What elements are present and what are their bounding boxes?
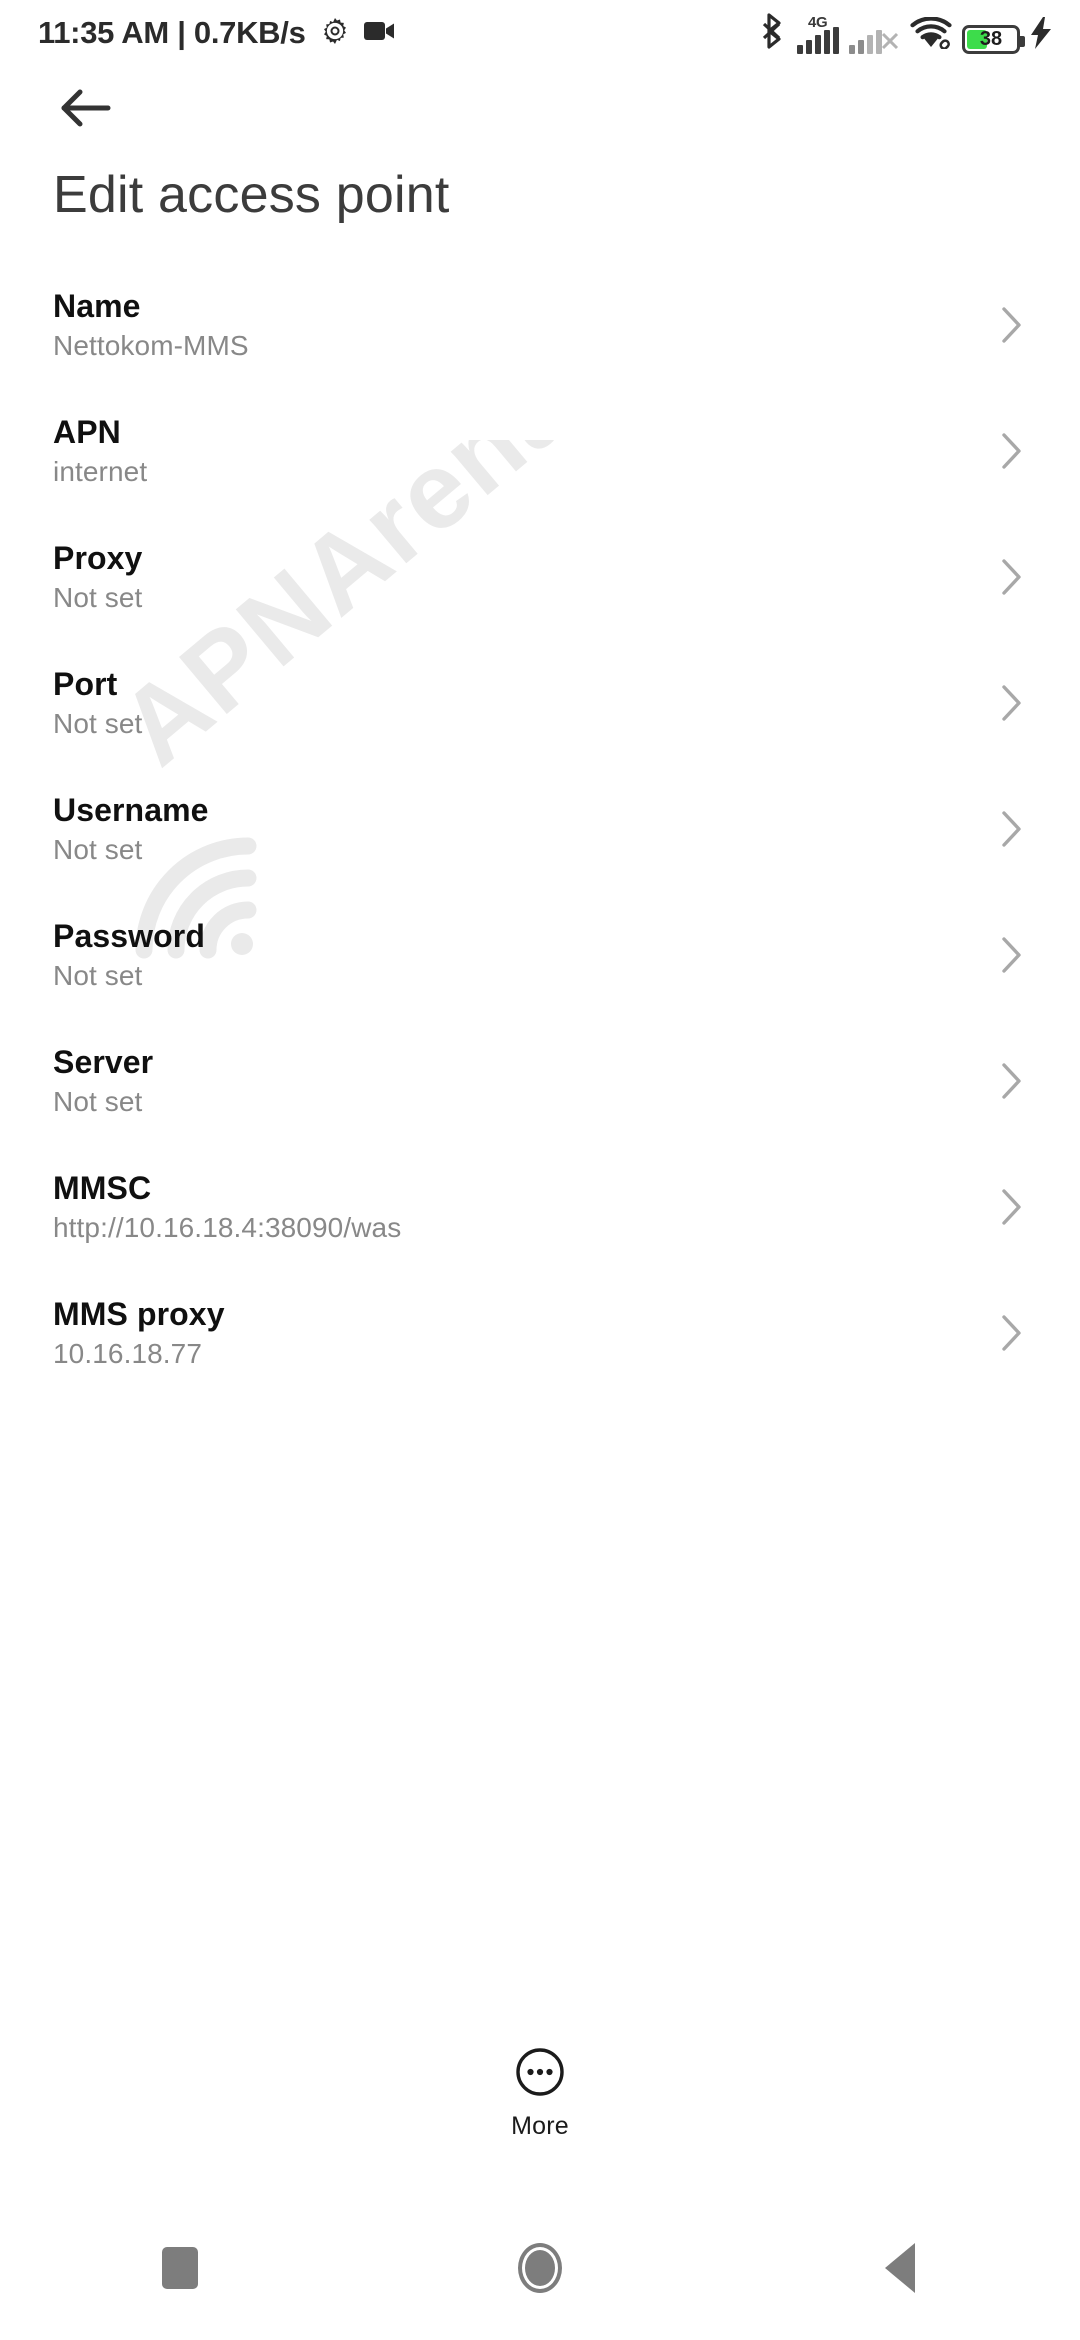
recents-square-icon [162, 2247, 198, 2289]
row-texts: Server Not set [53, 1044, 154, 1117]
status-bar-left: 11:35 AM | 0.7KB/s [38, 15, 396, 51]
row-texts: Password Not set [53, 918, 205, 991]
home-button[interactable] [440, 2196, 640, 2340]
gear-icon [320, 16, 350, 51]
system-back-button[interactable] [800, 2196, 1000, 2340]
row-value: Not set [53, 707, 143, 739]
chevron-right-icon [990, 303, 1034, 347]
row-texts: Username Not set [53, 792, 209, 865]
battery-level-text: 38 [979, 28, 1003, 50]
table-row[interactable]: Password Not set [0, 892, 1080, 1018]
chevron-right-icon [990, 1311, 1034, 1355]
row-title: MMS proxy [53, 1296, 225, 1332]
row-title: Port [53, 666, 118, 702]
network-speed-text: 0.7KB/s [193, 15, 306, 50]
row-value: internet [53, 455, 148, 487]
row-value: 10.16.18.77 [53, 1337, 203, 1369]
table-row[interactable]: MMS proxy 10.16.18.77 [0, 1270, 1080, 1396]
table-row[interactable]: Port Not set [0, 640, 1080, 766]
row-title: Proxy [53, 540, 143, 576]
row-value: Not set [53, 833, 143, 865]
more-button[interactable]: More [0, 2046, 1080, 2141]
table-row[interactable]: Username Not set [0, 766, 1080, 892]
table-row[interactable]: Server Not set [0, 1018, 1080, 1144]
table-row[interactable]: Name Nettokom-MMS [0, 262, 1080, 388]
row-texts: MMSC http://10.16.18.4:38090/was [53, 1170, 402, 1243]
navigation-bar [0, 2196, 1080, 2340]
page-title: Edit access point [53, 166, 450, 224]
sim1-signal-icon: 4G [797, 14, 839, 54]
home-circle-icon [518, 2243, 562, 2293]
row-texts: MMS proxy 10.16.18.77 [53, 1296, 225, 1369]
back-triangle-icon [885, 2243, 915, 2293]
chevron-right-icon [990, 681, 1034, 725]
row-title: Name [53, 288, 141, 324]
row-value: Nettokom-MMS [53, 329, 249, 361]
signal-bars-no-service-icon [849, 27, 882, 54]
chevron-right-icon [990, 1059, 1034, 1103]
network-type-label: 4G [808, 13, 828, 31]
status-bar-clock-and-speed: 11:35 AM | 0.7KB/s [38, 15, 306, 51]
sim2-signal-icon [849, 27, 900, 54]
table-row[interactable]: Proxy Not set [0, 514, 1080, 640]
status-bar: 11:35 AM | 0.7KB/s 4G 38 [0, 0, 1080, 66]
settings-list: Name Nettokom-MMS APN internet Proxy Not… [0, 262, 1080, 1396]
battery-icon: 38 [962, 24, 1025, 54]
row-value: http://10.16.18.4:38090/was [53, 1211, 402, 1243]
row-value: Not set [53, 959, 143, 991]
row-title: APN [53, 414, 121, 450]
row-title: Username [53, 792, 209, 828]
wifi-icon [910, 16, 952, 54]
recents-button[interactable] [80, 2196, 280, 2340]
chevron-right-icon [990, 555, 1034, 599]
chevron-right-icon [990, 807, 1034, 851]
more-button-label: More [511, 2112, 569, 2140]
row-texts: Name Nettokom-MMS [53, 288, 249, 361]
status-bar-right: 4G 38 [761, 12, 1052, 54]
bluetooth-icon [761, 12, 787, 54]
row-texts: APN internet [53, 414, 148, 487]
signal-bars-icon [797, 26, 839, 54]
status-separator: | [177, 15, 186, 50]
back-button[interactable] [42, 78, 128, 142]
chevron-right-icon [990, 429, 1034, 473]
chevron-right-icon [990, 933, 1034, 977]
lightning-bolt-icon [1030, 16, 1052, 54]
back-arrow-icon [58, 87, 112, 134]
phone-screen: 11:35 AM | 0.7KB/s 4G 38 Edit access poi… [0, 0, 1080, 2340]
row-title: Password [53, 918, 205, 954]
clock-text: 11:35 AM [38, 15, 169, 50]
row-title: Server [53, 1044, 154, 1080]
table-row[interactable]: APN internet [0, 388, 1080, 514]
more-circle-icon [514, 2046, 566, 2103]
row-value: Not set [53, 581, 143, 613]
row-value: Not set [53, 1085, 143, 1117]
row-title: MMSC [53, 1170, 152, 1206]
row-texts: Port Not set [53, 666, 143, 739]
row-texts: Proxy Not set [53, 540, 143, 613]
chevron-right-icon [990, 1185, 1034, 1229]
table-row[interactable]: MMSC http://10.16.18.4:38090/was [0, 1144, 1080, 1270]
video-camera-icon [363, 19, 396, 48]
